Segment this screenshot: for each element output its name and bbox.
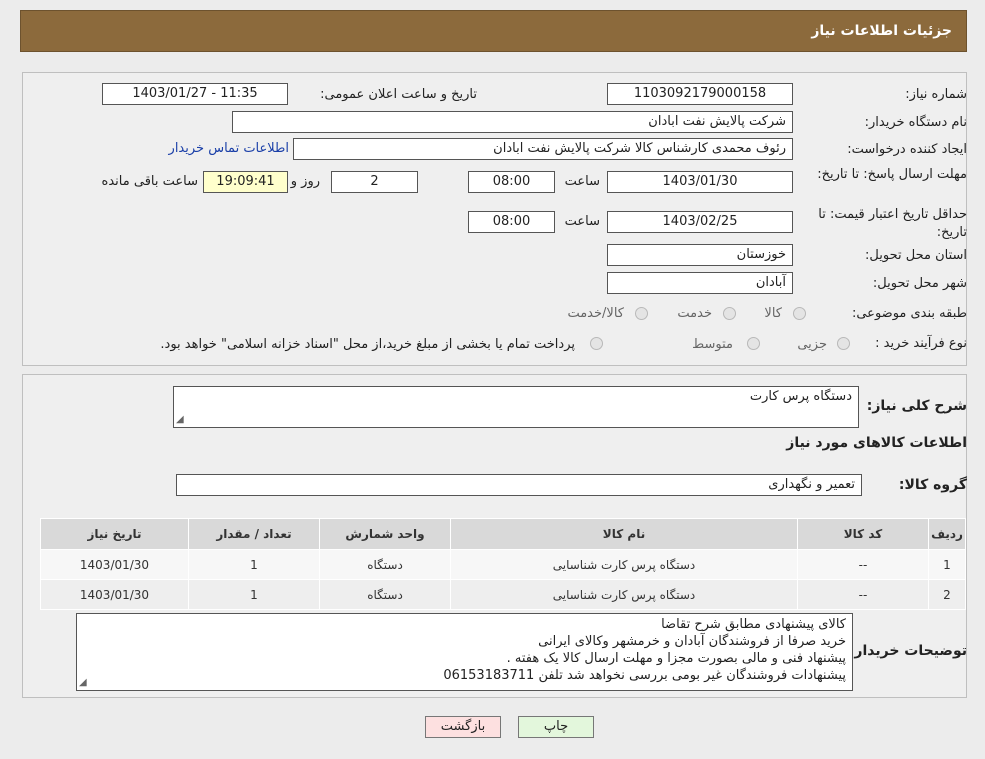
buyer-org-label: نام دستگاه خریدار: bbox=[864, 115, 967, 130]
reply-time-field[interactable]: 08:00 bbox=[468, 171, 555, 193]
back-button[interactable]: بازگشت bbox=[425, 716, 501, 738]
reply-deadline-label: مهلت ارسال پاسخ: تا تاریخ: bbox=[817, 167, 967, 182]
col-unit: واحد شمارش bbox=[319, 518, 451, 550]
city-field[interactable]: آبادان bbox=[607, 272, 793, 294]
summary-field[interactable]: دستگاه پرس کارت bbox=[173, 386, 859, 428]
validity-date-field[interactable]: 1403/02/25 bbox=[607, 211, 793, 233]
resize-grip-icon[interactable]: ◢ bbox=[79, 677, 87, 688]
cell-name: دستگاه پرس کارت شناسایی bbox=[450, 549, 798, 580]
category-option-service: خدمت bbox=[677, 306, 712, 321]
col-qty: تعداد / مقدار bbox=[188, 518, 320, 550]
col-row: ردیف bbox=[928, 518, 966, 550]
summary-text: دستگاه پرس کارت bbox=[749, 389, 852, 404]
items-title: اطلاعات کالاهای مورد نیاز bbox=[786, 435, 967, 451]
resize-grip-icon[interactable]: ◢ bbox=[176, 414, 184, 425]
remaining-label: ساعت باقی مانده bbox=[101, 174, 198, 189]
print-button[interactable]: چاپ bbox=[518, 716, 594, 738]
cell-unit: دستگاه bbox=[319, 579, 451, 610]
category-label: طبقه بندی موضوعی: bbox=[851, 306, 967, 321]
table-row: 1 -- دستگاه پرس کارت شناسایی دستگاه 1 14… bbox=[40, 549, 966, 580]
buyer-note-line: پیشنهادات فروشندگان غیر بومی بررسی نخواه… bbox=[443, 668, 846, 683]
table-header-row: ردیف کد کالا نام کالا واحد شمارش تعداد /… bbox=[40, 518, 966, 550]
col-date: تاریخ نیاز bbox=[40, 518, 189, 550]
table-row: 2 -- دستگاه پرس کارت شناسایی دستگاه 1 14… bbox=[40, 579, 966, 610]
cell-row: 2 bbox=[928, 579, 966, 610]
province-label: استان محل تحویل: bbox=[865, 248, 967, 263]
category-option-goods-service: کالا/خدمت bbox=[567, 306, 624, 321]
validity-time-field[interactable]: 08:00 bbox=[468, 211, 555, 233]
cell-row: 1 bbox=[928, 549, 966, 580]
reply-date-field[interactable]: 1403/01/30 bbox=[607, 171, 793, 193]
cell-code: -- bbox=[797, 579, 929, 610]
category-radio-goods-service[interactable] bbox=[635, 307, 648, 320]
buyer-notes-field[interactable]: کالای پیشنهادی مطابق شرح تقاضا خرید صرفا… bbox=[76, 613, 853, 691]
page-title: جزئیات اطلاعات نیاز bbox=[811, 23, 952, 39]
group-field[interactable]: تعمیر و نگهداری bbox=[176, 474, 862, 496]
category-radio-service[interactable] bbox=[723, 307, 736, 320]
cell-date: 1403/01/30 bbox=[40, 549, 189, 580]
category-radio-goods[interactable] bbox=[793, 307, 806, 320]
items-table: ردیف کد کالا نام کالا واحد شمارش تعداد /… bbox=[40, 518, 966, 610]
col-name: نام کالا bbox=[450, 518, 798, 550]
cell-unit: دستگاه bbox=[319, 549, 451, 580]
validity-label: حداقل تاریخ اعتبار قیمت: تا تاریخ: bbox=[818, 207, 967, 240]
need-number-label: شماره نیاز: bbox=[905, 87, 967, 102]
announce-field[interactable]: 1403/01/27 - 11:35 bbox=[102, 83, 288, 105]
days-label: روز و bbox=[290, 174, 320, 189]
page-header: جزئیات اطلاعات نیاز bbox=[20, 10, 967, 52]
requester-label: ایجاد کننده درخواست: bbox=[847, 142, 967, 157]
process-label: نوع فرآیند خرید : bbox=[875, 336, 967, 351]
process-option-medium: متوسط bbox=[692, 337, 733, 352]
requester-field[interactable]: رئوف محمدی کارشناس کالا شرکت پالایش نفت … bbox=[293, 138, 793, 160]
announce-label: تاریخ و ساعت اعلان عمومی: bbox=[320, 87, 477, 102]
remaining-time-field: 19:09:41 bbox=[203, 171, 288, 193]
group-label: گروه کالا: bbox=[898, 477, 967, 493]
validity-time-label: ساعت bbox=[564, 214, 600, 229]
buyer-note-line: کالای پیشنهادی مطابق شرح تقاضا bbox=[661, 617, 846, 632]
cell-name: دستگاه پرس کارت شناسایی bbox=[450, 579, 798, 610]
province-field[interactable]: خوزستان bbox=[607, 244, 793, 266]
days-field[interactable]: 2 bbox=[331, 171, 418, 193]
process-radio-medium[interactable] bbox=[747, 337, 760, 350]
buyer-org-field[interactable]: شرکت پالایش نفت ابادان bbox=[232, 111, 793, 133]
category-option-goods: کالا bbox=[764, 306, 782, 321]
reply-time-label: ساعت bbox=[564, 174, 600, 189]
cell-qty: 1 bbox=[188, 549, 320, 580]
process-radio-minor[interactable] bbox=[837, 337, 850, 350]
process-note: پرداخت تمام یا بخشی از مبلغ خرید،از محل … bbox=[160, 337, 575, 352]
cell-date: 1403/01/30 bbox=[40, 579, 189, 610]
cell-qty: 1 bbox=[188, 579, 320, 610]
summary-label: شرح کلی نیاز: bbox=[866, 398, 967, 414]
col-code: کد کالا bbox=[797, 518, 929, 550]
need-number-field[interactable]: 1103092179000158 bbox=[607, 83, 793, 105]
buyer-note-line: پیشنهاد فنی و مالی بصورت مجزا و مهلت ارس… bbox=[506, 651, 846, 666]
buyer-contact-link[interactable]: اطلاعات تماس خریدار bbox=[169, 141, 289, 156]
city-label: شهر محل تحویل: bbox=[872, 276, 967, 291]
cell-code: -- bbox=[797, 549, 929, 580]
buyer-notes-label: توضیحات خریدار: bbox=[848, 643, 967, 659]
process-option-minor: جزیی bbox=[797, 337, 827, 352]
process-radio-treasury[interactable] bbox=[590, 337, 603, 350]
buyer-note-line: خرید صرفا از فروشندگان آبادان و خرمشهر و… bbox=[538, 634, 846, 649]
